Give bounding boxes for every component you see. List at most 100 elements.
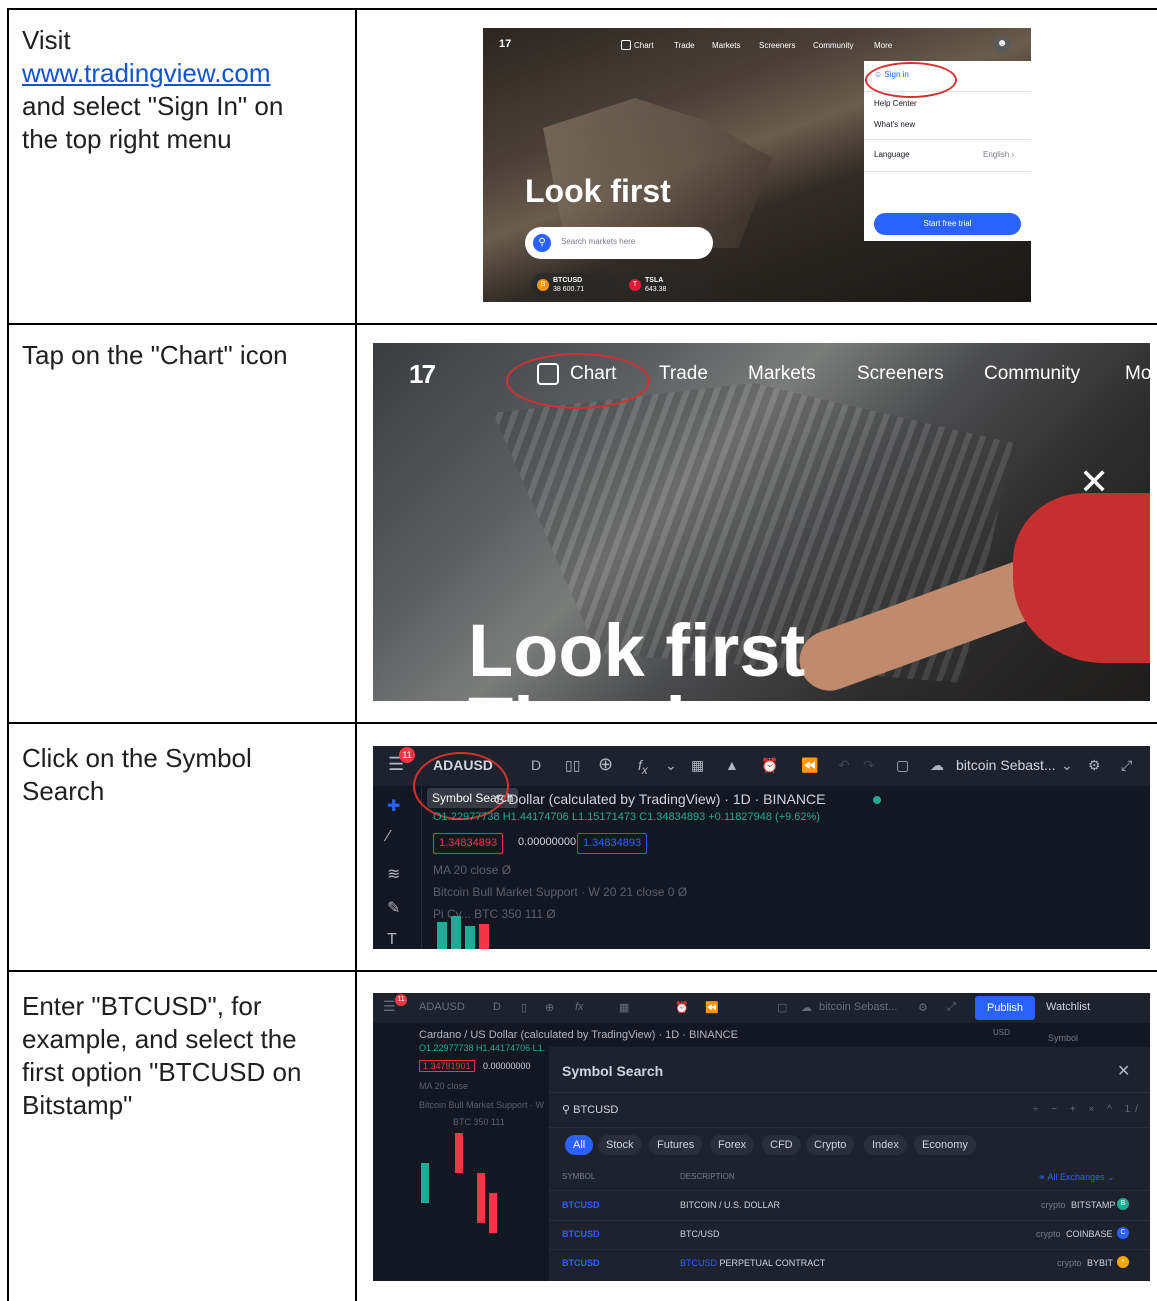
crosshair-icon[interactable]: ✚ <box>387 796 400 816</box>
nav-trade[interactable]: Trade <box>674 41 695 50</box>
filter-economy[interactable]: Economy <box>914 1135 976 1155</box>
eye-hidden-icon[interactable]: Ø <box>546 907 555 921</box>
filter-all[interactable]: All <box>565 1135 594 1155</box>
interval-button[interactable]: D <box>493 1001 501 1013</box>
nav-more[interactable]: More <box>874 41 892 50</box>
strategy-icon[interactable]: ▲ <box>725 757 739 773</box>
nav-trade[interactable]: Trade <box>659 363 708 385</box>
alert-icon[interactable]: ⏰ <box>761 757 778 774</box>
buy-price[interactable]: 1.34834893 <box>577 833 648 854</box>
replay-icon[interactable]: ⏪ <box>705 1001 719 1014</box>
nav-screeners[interactable]: Screeners <box>759 41 795 50</box>
compare-icon[interactable]: ⊕ <box>598 754 613 775</box>
market-search-input[interactable]: ⚲ Search markets here <box>525 227 713 259</box>
candles-icon[interactable]: ▯▯ <box>565 757 580 774</box>
nav-community[interactable]: Community <box>984 363 1080 385</box>
fib-icon[interactable]: ≋ <box>387 864 400 884</box>
nav-more[interactable]: Mo <box>1125 363 1150 385</box>
eye-hidden-icon[interactable]: Ø <box>502 863 511 877</box>
search-icon: ⚲ <box>533 234 551 252</box>
menu-icon[interactable]: ☰ <box>383 998 396 1015</box>
watchlist-button[interactable]: Watchlist <box>1046 1001 1090 1013</box>
nav-chart[interactable]: Chart <box>634 41 654 50</box>
all-exchanges-dropdown[interactable]: ⚭ All Exchanges ⌄ <box>1038 1172 1115 1183</box>
interval-button[interactable]: D <box>531 757 541 773</box>
text-icon[interactable]: T <box>387 931 397 949</box>
cloud-icon[interactable]: ☁ <box>801 1001 812 1014</box>
screenshot-chart-symbol-search: ☰ 11 ADAUSD D ▯▯ ⊕ fx ⌄ ▦ ▲ ⏰ ⏪ ↶ ↷ ▢ ☁ … <box>373 746 1150 949</box>
settings-icon[interactable]: ⚙ <box>918 1001 928 1014</box>
layout-name[interactable]: bitcoin Sebast... <box>956 757 1056 773</box>
close-icon[interactable]: ✕ <box>1079 461 1109 503</box>
result-row[interactable]: BTCUSD BTC/USD crypto COINBASE C <box>549 1221 1150 1249</box>
tradingview-logo[interactable]: 17 <box>409 359 436 390</box>
publish-button[interactable]: Publish <box>975 996 1035 1020</box>
nav-markets[interactable]: Markets <box>712 41 740 50</box>
sell-price[interactable]: 1.34781901 <box>419 1060 475 1072</box>
brush-icon[interactable]: ✎ <box>387 898 400 918</box>
indicators-icon[interactable]: fx <box>575 1001 584 1013</box>
candles-icon[interactable]: ▯ <box>521 1001 527 1014</box>
templates-icon[interactable]: ▦ <box>619 1001 629 1014</box>
chart-icon <box>621 40 631 50</box>
cloud-icon[interactable]: ☁ <box>930 757 944 774</box>
redo-icon[interactable]: ↷ <box>863 757 875 774</box>
trend-line-icon[interactable]: ∕ <box>387 828 390 846</box>
ticker-btcusd[interactable]: B BTCUSD 38 600.71 <box>531 273 619 297</box>
bybit-icon: • <box>1117 1256 1129 1268</box>
sell-price[interactable]: 1.34834893 <box>433 833 504 854</box>
close-icon[interactable]: ✕ <box>1117 1061 1130 1081</box>
user-menu-button[interactable]: ☻ <box>993 35 1011 53</box>
start-free-trial-button[interactable]: Start free trial <box>874 213 1021 235</box>
indicator-name: Pi Cy... BTC 350 111 <box>433 907 544 921</box>
layout-icon[interactable]: ▢ <box>777 1001 787 1014</box>
spread-value: 0.00000000 <box>483 1061 531 1071</box>
replay-icon[interactable]: ⏪ <box>801 757 818 774</box>
result-row[interactable]: BTCUSD BITCOIN / U.S. DOLLAR crypto BITS… <box>549 1192 1150 1220</box>
layout-name[interactable]: bitcoin Sebast... <box>819 1001 897 1013</box>
symbol-search-button[interactable]: ADAUSD <box>419 1001 465 1013</box>
symbol-search-input[interactable]: ⚲ BTCUSD <box>562 1103 618 1116</box>
language-label[interactable]: Language <box>874 150 910 159</box>
whats-new-item[interactable]: What's new <box>874 120 915 129</box>
nav-screeners[interactable]: Screeners <box>857 363 944 385</box>
fullscreen-icon[interactable]: ⤢ <box>1121 757 1132 774</box>
filter-cfd[interactable]: CFD <box>762 1135 801 1155</box>
filter-futures[interactable]: Futures <box>649 1135 703 1155</box>
settings-icon[interactable]: ⚙ <box>1088 757 1101 774</box>
ticker-tsla[interactable]: T TSLA 643.38 <box>623 273 711 297</box>
nav-community[interactable]: Community <box>813 41 853 50</box>
eye-hidden-icon[interactable]: Ø <box>678 885 687 899</box>
table-border-top <box>7 8 1157 10</box>
screenshot-tradingview-nav-zoom: 17 Chart Trade Markets Screeners Communi… <box>373 343 1150 701</box>
nav-markets[interactable]: Markets <box>748 363 816 385</box>
language-value[interactable]: English › <box>983 150 1014 159</box>
chevron-down-icon[interactable]: ⌄ <box>665 757 677 774</box>
ticker-name: BTCUSD <box>553 277 583 284</box>
alert-icon[interactable]: ⏰ <box>675 1001 689 1014</box>
tradingview-link[interactable]: www.tradingview.com <box>22 58 271 88</box>
layout-icon[interactable]: ▢ <box>896 757 909 774</box>
column-symbol: SYMBOL <box>562 1172 596 1181</box>
compare-icon[interactable]: ⊕ <box>545 1001 554 1014</box>
filter-crypto[interactable]: Crypto <box>806 1135 855 1155</box>
watchlist-symbol-column: Symbol <box>1048 1033 1079 1043</box>
result-exchange: BITSTAMP <box>1071 1200 1116 1210</box>
help-center-item[interactable]: Help Center <box>874 99 917 108</box>
dialog-divider <box>549 1190 1150 1191</box>
filter-stock[interactable]: Stock <box>598 1135 642 1155</box>
tradingview-logo[interactable]: 17 <box>499 38 511 50</box>
table-row-divider <box>7 970 1157 972</box>
menu-divider <box>864 139 1031 140</box>
templates-icon[interactable]: ▦ <box>691 757 704 774</box>
filter-forex[interactable]: Forex <box>710 1135 755 1155</box>
tesla-icon: T <box>629 279 641 291</box>
result-row[interactable]: BTCUSD BTCUSD PERPETUAL CONTRACT crypto … <box>549 1250 1150 1278</box>
chevron-down-icon[interactable]: ⌄ <box>1061 757 1073 774</box>
currency-selector[interactable]: USD <box>993 1028 1010 1037</box>
indicators-icon[interactable]: fx <box>638 757 648 777</box>
fullscreen-icon[interactable]: ⤢ <box>947 1001 956 1014</box>
undo-icon[interactable]: ↶ <box>838 757 850 774</box>
math-operators[interactable]: ÷ − + × ^ 1/ <box>1033 1104 1143 1115</box>
filter-index[interactable]: Index <box>864 1135 907 1155</box>
